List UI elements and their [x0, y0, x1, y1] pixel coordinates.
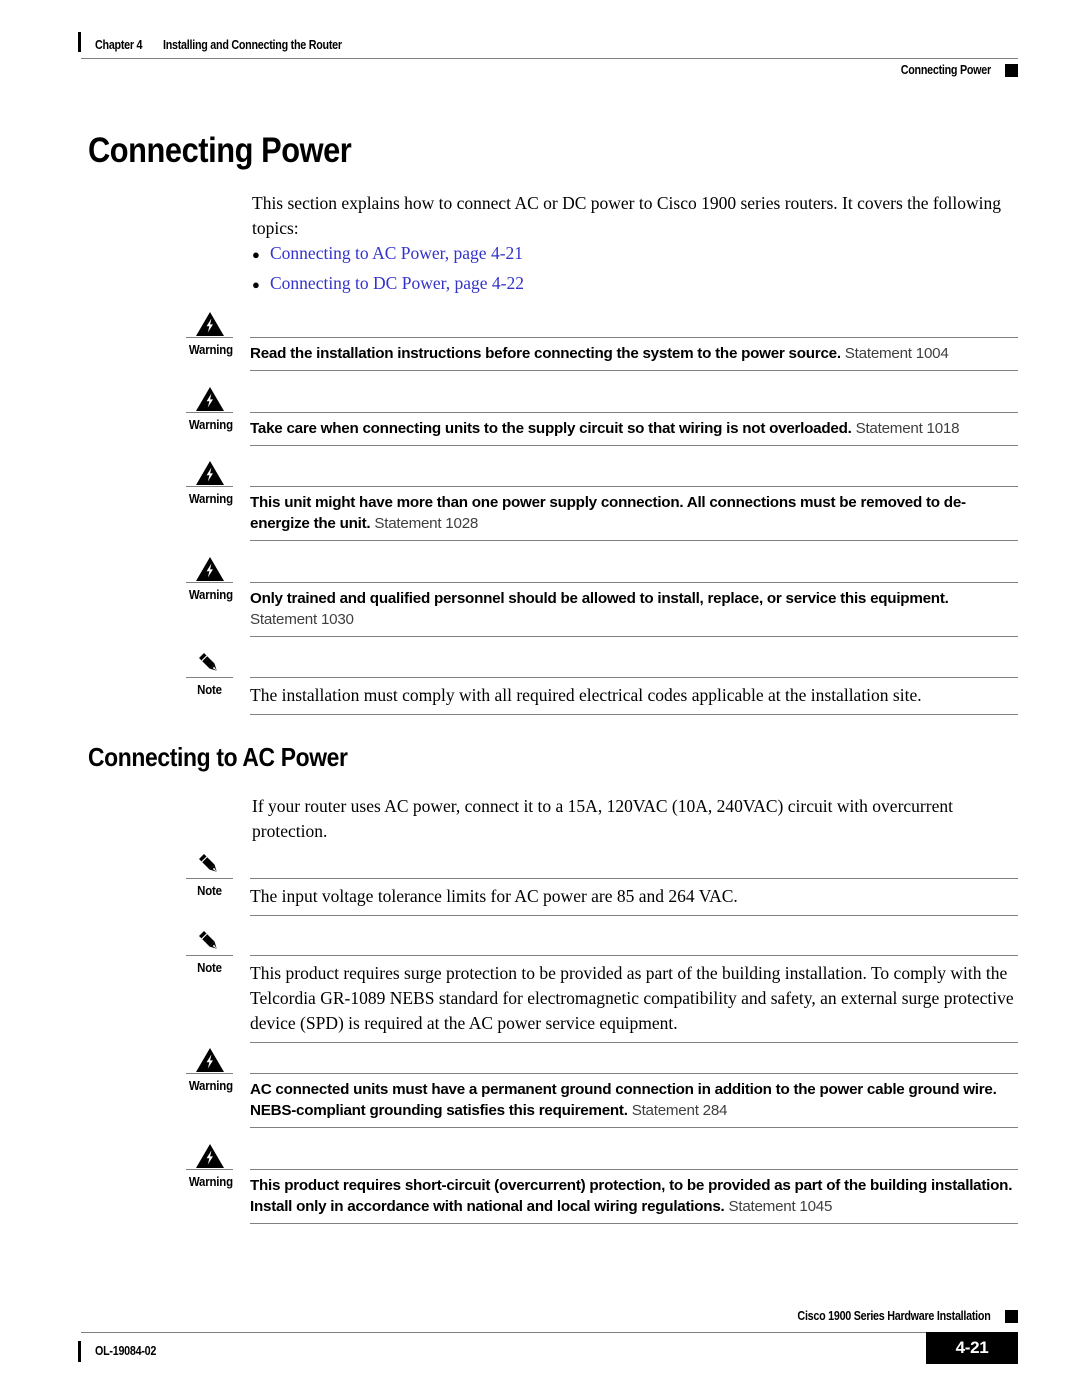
admonition-icon-column: Warning [186, 382, 233, 432]
admonition-label: Warning [188, 587, 233, 602]
admonition-icon-column: Note [186, 647, 233, 697]
header-chapter-title: Installing and Connecting the Router [162, 38, 342, 52]
admonition-label: Warning [188, 491, 233, 506]
admonition-body: Read the installation instructions befor… [250, 338, 1018, 370]
header-section-row: Connecting Power [886, 60, 1018, 80]
link-connecting-to-ac-power[interactable]: Connecting to AC Power, page 4-21 [270, 243, 523, 264]
document-page: Chapter 4 Installing and Connecting the … [0, 0, 1080, 1397]
admonition-statement: Statement 1045 [724, 1198, 833, 1215]
admonition-text-column: The input voltage tolerance limits for A… [250, 878, 1018, 916]
warning-triangle-icon [186, 1139, 233, 1169]
admonition-label: Warning [188, 417, 233, 432]
admonition-text-column: This product requires short-circuit (ove… [250, 1169, 1018, 1224]
admonition-bold-text: This product requires surge protection t… [250, 963, 1014, 1033]
admonition-statement: Statement 1030 [250, 611, 354, 628]
admonition-bold-text: The input voltage tolerance limits for A… [250, 886, 738, 906]
admonition-bottom-rule [250, 540, 1018, 541]
page-number-badge: 4-21 [926, 1332, 1018, 1364]
header-section-title: Connecting Power [900, 63, 992, 77]
admonition-bottom-rule [250, 445, 1018, 446]
page-title: Connecting Power [88, 131, 352, 170]
admonition-bold-text: This unit might have more than one power… [250, 494, 966, 532]
admonition-label: Note [197, 960, 222, 975]
page-header: Chapter 4 Installing and Connecting the … [78, 30, 1018, 77]
admonition-bold-text: Only trained and qualified personnel sho… [250, 590, 949, 607]
admonition-bottom-rule [250, 714, 1018, 715]
admonition-body: The input voltage tolerance limits for A… [250, 879, 1018, 915]
admonition-label: Warning [188, 342, 233, 357]
admonition-bold-text: This product requires short-circuit (ove… [250, 1177, 1013, 1215]
admonition-statement: Statement 1004 [840, 345, 949, 362]
admonition-statement: Statement 1028 [370, 515, 479, 532]
list-item[interactable]: ● Connecting to DC Power, page 4-22 [252, 273, 1012, 303]
admonition-icon-column: Note [186, 848, 233, 898]
admonition-bold-text: The installation must comply with all re… [250, 685, 922, 705]
admonition-icon-column: Note [186, 925, 233, 975]
admonition-body: The installation must comply with all re… [250, 678, 1018, 714]
footer-tick-mark [78, 1340, 81, 1362]
admonition-text-column: AC connected units must have a permanent… [250, 1073, 1018, 1128]
warning-triangle-icon [186, 552, 233, 582]
admonition-label: Note [197, 682, 222, 697]
admonition-text-column: The installation must comply with all re… [250, 677, 1018, 715]
admonition-body: This product requires surge protection t… [250, 956, 1018, 1042]
warning-triangle-icon [186, 382, 233, 412]
admonition-bold-text: Read the installation instructions befor… [250, 345, 841, 362]
warning-triangle-icon [186, 456, 233, 486]
ac-power-paragraph: If your router uses AC power, connect it… [252, 796, 953, 841]
note-pencil-icon [186, 848, 233, 878]
topics-list: ● Connecting to AC Power, page 4-21 ● Co… [252, 243, 1012, 303]
admonition-bottom-rule [250, 1127, 1018, 1128]
header-tick-mark [78, 32, 81, 52]
admonition-bottom-rule [250, 370, 1018, 371]
intro-paragraph: This section explains how to connect AC … [252, 193, 1001, 238]
admonition-text-column: Take care when connecting units to the s… [250, 412, 1018, 446]
admonition-bold-text: Take care when connecting units to the s… [250, 420, 852, 437]
link-connecting-to-dc-power[interactable]: Connecting to DC Power, page 4-22 [270, 273, 524, 294]
note-pencil-icon [186, 925, 233, 955]
admonition-text-column: Read the installation instructions befor… [250, 337, 1018, 371]
admonition-body: Only trained and qualified personnel sho… [250, 583, 1018, 636]
bullet-dot-icon: ● [252, 277, 260, 292]
admonition-icon-column: Warning [186, 456, 233, 506]
footer-doctitle-row: Cisco 1900 Series Hardware Installation [766, 1306, 1018, 1326]
admonition-body: Take care when connecting units to the s… [250, 413, 1018, 445]
admonition-statement: Statement 284 [627, 1102, 728, 1119]
admonition-icon-column: Warning [186, 1043, 233, 1093]
admonition-bottom-rule [250, 1223, 1018, 1224]
admonition-bottom-rule [250, 636, 1018, 637]
admonition-icon-column: Warning [186, 1139, 233, 1189]
admonition-text-column: This unit might have more than one power… [250, 486, 1018, 541]
admonition-body: This unit might have more than one power… [250, 487, 1018, 540]
footer-document-id: OL-19084-02 [95, 1344, 157, 1358]
admonition-statement: Statement 1018 [851, 420, 960, 437]
admonition-body: AC connected units must have a permanent… [250, 1074, 1018, 1127]
admonition-bottom-rule [250, 915, 1018, 916]
admonition-label: Warning [188, 1174, 233, 1189]
warning-triangle-icon [186, 307, 233, 337]
admonition-text-column: Only trained and qualified personnel sho… [250, 582, 1018, 637]
footer-divider [81, 1332, 1018, 1333]
footer-square-marker [1005, 1309, 1018, 1323]
admonition-bold-text: AC connected units must have a permanent… [250, 1081, 997, 1119]
warning-triangle-icon [186, 1043, 233, 1073]
admonition-body: This product requires short-circuit (ove… [250, 1170, 1018, 1223]
admonition-bottom-rule [250, 1042, 1018, 1043]
admonition-icon-column: Warning [186, 307, 233, 357]
section-heading-connecting-to-ac-power: Connecting to AC Power [88, 742, 348, 772]
footer-docid-row: OL-19084-02 [78, 1336, 166, 1366]
header-square-marker [1005, 63, 1018, 77]
admonition-text-column: This product requires surge protection t… [250, 955, 1018, 1043]
footer-document-title: Cisco 1900 Series Hardware Installation [797, 1309, 991, 1323]
admonition-label: Note [197, 883, 222, 898]
header-chapter-row: Chapter 4 Installing and Connecting the … [78, 30, 1018, 52]
admonition-icon-column: Warning [186, 552, 233, 602]
header-divider [81, 58, 1018, 59]
note-pencil-icon [186, 647, 233, 677]
bullet-dot-icon: ● [252, 247, 260, 262]
admonition-label: Warning [188, 1078, 233, 1093]
list-item[interactable]: ● Connecting to AC Power, page 4-21 [252, 243, 1012, 273]
page-footer: Cisco 1900 Series Hardware Installation … [78, 1306, 1018, 1376]
